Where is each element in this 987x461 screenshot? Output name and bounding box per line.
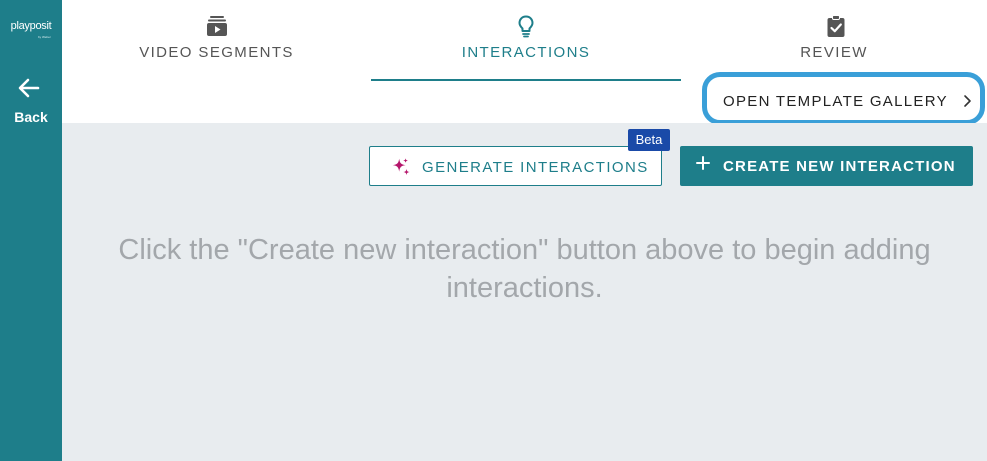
chevron-right-icon bbox=[964, 95, 971, 107]
gallery-label: OPEN TEMPLATE GALLERY bbox=[723, 93, 948, 110]
video-stack-icon bbox=[207, 16, 227, 36]
back-button[interactable]: Back bbox=[0, 72, 62, 128]
clipboard-check-icon bbox=[827, 15, 845, 37]
playposit-logo: playposit bbox=[10, 20, 52, 32]
tab-video-segments[interactable]: VIDEO SEGMENTS bbox=[62, 0, 371, 80]
tab-review[interactable]: REVIEW bbox=[681, 0, 987, 80]
generate-interactions-button[interactable]: GENERATE INTERACTIONS bbox=[369, 146, 662, 186]
tab-label: VIDEO SEGMENTS bbox=[139, 44, 294, 61]
beta-badge: Beta bbox=[628, 129, 670, 151]
generate-label: GENERATE INTERACTIONS bbox=[422, 159, 649, 176]
create-new-interaction-button[interactable]: CREATE NEW INTERACTION bbox=[680, 146, 973, 186]
tab-label: REVIEW bbox=[800, 44, 868, 61]
tab-label: INTERACTIONS bbox=[461, 44, 591, 61]
sparkle-icon bbox=[392, 158, 410, 176]
empty-state-message: Click the "Create new interaction" butto… bbox=[118, 234, 931, 304]
sidebar: playposit by Weber Back bbox=[0, 0, 62, 461]
plus-icon bbox=[696, 156, 710, 170]
create-label: CREATE NEW INTERACTION bbox=[723, 158, 956, 175]
tab-interactions[interactable]: INTERACTIONS bbox=[371, 0, 681, 80]
back-label: Back bbox=[14, 109, 48, 125]
interactions-panel: GENERATE INTERACTIONS Beta CREATE NEW IN… bbox=[62, 123, 987, 461]
arrow-left-icon bbox=[18, 78, 40, 98]
lightbulb-icon bbox=[518, 15, 534, 38]
active-tab-indicator bbox=[371, 79, 681, 81]
open-template-gallery-button[interactable]: OPEN TEMPLATE GALLERY bbox=[702, 72, 985, 125]
logo-subtitle: by Weber bbox=[38, 35, 51, 39]
